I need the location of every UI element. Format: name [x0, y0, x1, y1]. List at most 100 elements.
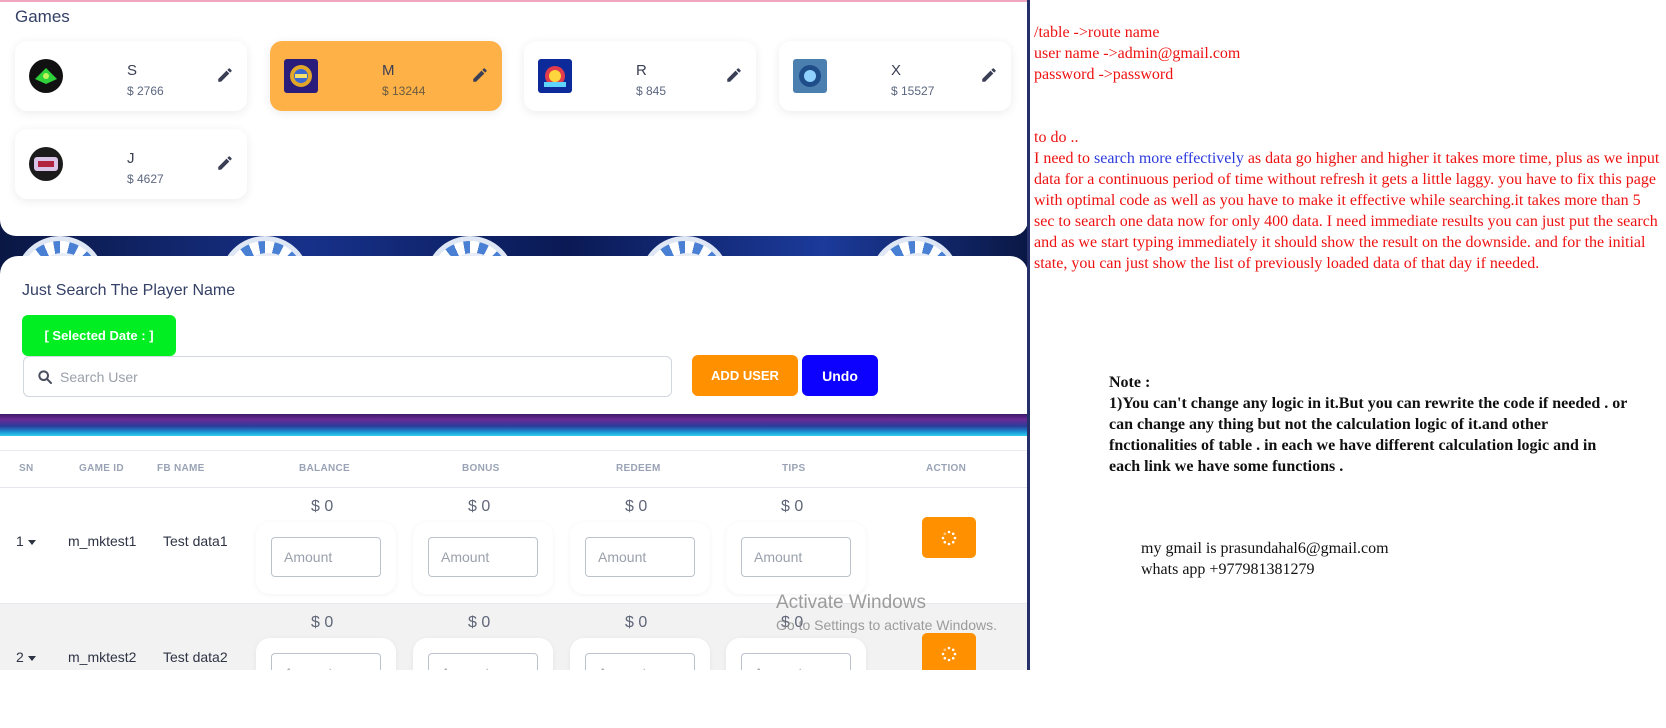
- game-logo-icon: [29, 59, 63, 93]
- game-card-s[interactable]: S $ 2766: [15, 41, 247, 111]
- game-card-x[interactable]: X $ 15527: [779, 41, 1011, 111]
- notes-panel: /table ->route name user name ->admin@gm…: [1034, 22, 1662, 274]
- game-amount: $ 15527: [891, 84, 935, 98]
- game-card-m[interactable]: M $ 13244: [270, 41, 502, 111]
- game-amount: $ 4627: [127, 172, 164, 186]
- selected-date-button[interactable]: [ Selected Date : ]: [22, 315, 176, 356]
- background-galaxy: [0, 414, 1030, 436]
- games-panel: Games S $ 2766 M $ 13244 R $ 845 X $ 155…: [0, 2, 1028, 236]
- game-name: J: [127, 150, 135, 167]
- header-fb-name: FB NAME: [157, 463, 205, 474]
- add-user-button[interactable]: ADD USER: [692, 355, 798, 396]
- loading-spinner-icon: [941, 530, 957, 546]
- row-fb-name: Test data1: [163, 533, 228, 549]
- row-tips: $ 0: [781, 498, 804, 515]
- header-game-id: GAME ID: [79, 463, 124, 474]
- pencil-icon[interactable]: [980, 66, 998, 84]
- contact-gmail: my gmail is prasundahal6@gmail.com: [1141, 540, 1389, 557]
- row-game-id: m_mktest2: [68, 649, 137, 665]
- todo-prefix: I need to: [1034, 150, 1090, 167]
- bonus-amount-card: [413, 522, 553, 594]
- row-sn[interactable]: 2: [16, 649, 36, 665]
- pencil-icon[interactable]: [216, 66, 234, 84]
- contact-info: my gmail is prasundahal6@gmail.com whats…: [1141, 538, 1389, 580]
- note-title: Note :: [1109, 374, 1151, 391]
- note-body: 1)You can't change any logic in it.But y…: [1109, 395, 1628, 475]
- row-bonus: $ 0: [468, 498, 491, 515]
- note-password: password ->password: [1034, 66, 1174, 83]
- header-balance: BALANCE: [299, 463, 350, 474]
- row-game-id: m_mktest1: [68, 533, 137, 549]
- game-name: M: [382, 62, 395, 79]
- caret-down-icon: [27, 655, 36, 661]
- balance-amount-input[interactable]: [271, 653, 381, 670]
- row-action-button[interactable]: [922, 633, 976, 670]
- note-username: user name ->admin@gmail.com: [1034, 45, 1241, 62]
- undo-button[interactable]: Undo: [802, 355, 878, 396]
- caret-down-icon: [27, 539, 36, 545]
- balance-amount-card: [256, 638, 396, 670]
- pencil-icon[interactable]: [216, 154, 234, 172]
- game-logo-icon: [793, 59, 827, 93]
- redeem-amount-card: [570, 522, 710, 594]
- tips-amount-input[interactable]: [741, 653, 851, 670]
- game-name: S: [127, 62, 138, 79]
- game-logo-icon: [29, 147, 63, 181]
- search-box[interactable]: [23, 356, 672, 397]
- search-icon: [38, 370, 52, 384]
- row-balance: $ 0: [311, 498, 334, 515]
- activate-windows-subtitle: Go to Settings to activate Windows.: [776, 617, 997, 633]
- table-header: SN GAME ID FB NAME BALANCE BONUS REDEEM …: [0, 450, 1028, 488]
- game-name: R: [636, 62, 647, 79]
- row-sn-value: 2: [16, 649, 24, 665]
- table-row: 1 m_mktest1 Test data1 $ 0 $ 0 $ 0 $ 0: [0, 488, 1028, 604]
- game-name: X: [891, 62, 902, 79]
- header-sn: SN: [19, 463, 34, 474]
- row-sn[interactable]: 1: [16, 533, 36, 549]
- tips-amount-card: [726, 522, 866, 594]
- row-redeem: $ 0: [625, 614, 648, 631]
- search-title: Just Search The Player Name: [22, 282, 236, 299]
- bonus-amount-input[interactable]: [428, 537, 538, 577]
- balance-amount-card: [256, 522, 396, 594]
- note-block: Note : 1)You can't change any logic in i…: [1109, 372, 1629, 477]
- search-input[interactable]: [60, 357, 660, 396]
- header-action: ACTION: [926, 463, 967, 474]
- balance-amount-input[interactable]: [271, 537, 381, 577]
- note-route: /table ->route name: [1034, 24, 1160, 41]
- game-amount: $ 2766: [127, 84, 164, 98]
- pencil-icon[interactable]: [471, 66, 489, 84]
- players-table: SN GAME ID FB NAME BALANCE BONUS REDEEM …: [0, 436, 1028, 670]
- redeem-amount-input[interactable]: [585, 653, 695, 670]
- note-todo-body: I need to search more effectively as dat…: [1034, 148, 1662, 274]
- header-bonus: BONUS: [462, 463, 500, 474]
- search-panel: Just Search The Player Name [ Selected D…: [0, 256, 1028, 414]
- tips-amount-card: [726, 638, 866, 670]
- game-logo-icon: [284, 59, 318, 93]
- row-redeem: $ 0: [625, 498, 648, 515]
- row-action-button[interactable]: [922, 517, 976, 558]
- row-balance: $ 0: [311, 614, 334, 631]
- redeem-amount-input[interactable]: [585, 537, 695, 577]
- row-sn-value: 1: [16, 533, 24, 549]
- game-card-j[interactable]: J $ 4627: [15, 129, 247, 199]
- activate-windows-title: Activate Windows: [776, 592, 926, 613]
- header-redeem: REDEEM: [616, 463, 661, 474]
- header-tips: TIPS: [782, 463, 806, 474]
- redeem-amount-card: [570, 638, 710, 670]
- contact-whatsapp: whats app +977981381279: [1141, 561, 1315, 578]
- bonus-amount-input[interactable]: [428, 653, 538, 670]
- row-bonus: $ 0: [468, 614, 491, 631]
- app-panel: Games S $ 2766 M $ 13244 R $ 845 X $ 155…: [0, 0, 1030, 670]
- todo-highlight: search more effectively: [1093, 150, 1244, 167]
- tips-amount-input[interactable]: [741, 537, 851, 577]
- game-amount: $ 845: [636, 84, 667, 98]
- game-card-r[interactable]: R $ 845: [524, 41, 756, 111]
- games-title: Games: [15, 7, 70, 26]
- row-fb-name: Test data2: [163, 649, 228, 665]
- pencil-icon[interactable]: [725, 66, 743, 84]
- note-todo-title: to do ..: [1034, 129, 1079, 146]
- todo-rest: as data go higher and higher it takes mo…: [1034, 150, 1660, 272]
- game-logo-icon: [538, 59, 572, 93]
- bonus-amount-card: [413, 638, 553, 670]
